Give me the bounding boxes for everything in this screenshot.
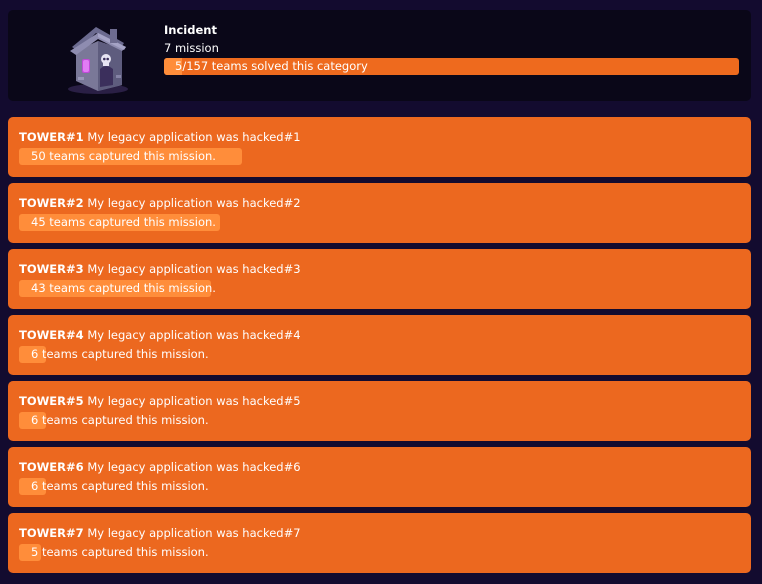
mission-progress-bar: 6 teams captured this mission.: [19, 478, 619, 495]
category-progress-bar: 5/157 teams solved this category: [164, 58, 739, 75]
mission-captured-text: 6 teams captured this mission.: [31, 347, 209, 361]
category-title: Incident: [164, 23, 217, 37]
mission-progress-bar: 5 teams captured this mission.: [19, 544, 619, 561]
mission-name: My legacy application was hacked#7: [87, 526, 301, 540]
mission-card-1[interactable]: TOWER#1 My legacy application was hacked…: [8, 117, 751, 177]
mission-title: TOWER#2 My legacy application was hacked…: [19, 196, 301, 210]
mission-progress-bar: 45 teams captured this mission.: [19, 214, 619, 231]
mission-captured-text: 6 teams captured this mission.: [31, 479, 209, 493]
mission-name: My legacy application was hacked#2: [87, 196, 301, 210]
mission-progress-bar: 6 teams captured this mission.: [19, 412, 619, 429]
mission-tag: TOWER#6: [19, 460, 84, 474]
mission-card-7[interactable]: TOWER#7 My legacy application was hacked…: [8, 513, 751, 573]
mission-card-3[interactable]: TOWER#3 My legacy application was hacked…: [8, 249, 751, 309]
mission-tag: TOWER#2: [19, 196, 84, 210]
mission-name: My legacy application was hacked#1: [87, 130, 301, 144]
category-progress-text: 5/157 teams solved this category: [175, 59, 368, 73]
haunted-house-icon: [58, 19, 138, 95]
mission-name: My legacy application was hacked#6: [87, 460, 301, 474]
mission-captured-text: 45 teams captured this mission.: [31, 215, 216, 229]
category-mission-count: 7 mission: [164, 41, 219, 55]
mission-title: TOWER#3 My legacy application was hacked…: [19, 262, 301, 276]
category-card: Incident 7 mission 5/157 teams solved th…: [8, 10, 751, 101]
mission-title: TOWER#5 My legacy application was hacked…: [19, 394, 301, 408]
mission-name: My legacy application was hacked#5: [87, 394, 301, 408]
mission-captured-text: 5 teams captured this mission.: [31, 545, 209, 559]
mission-card-2[interactable]: TOWER#2 My legacy application was hacked…: [8, 183, 751, 243]
mission-progress-bar: 6 teams captured this mission.: [19, 346, 619, 363]
mission-title: TOWER#4 My legacy application was hacked…: [19, 328, 301, 342]
mission-tag: TOWER#4: [19, 328, 84, 342]
mission-name: My legacy application was hacked#4: [87, 328, 301, 342]
mission-tag: TOWER#1: [19, 130, 84, 144]
mission-title: TOWER#7 My legacy application was hacked…: [19, 526, 301, 540]
mission-title: TOWER#6 My legacy application was hacked…: [19, 460, 301, 474]
mission-card-6[interactable]: TOWER#6 My legacy application was hacked…: [8, 447, 751, 507]
mission-tag: TOWER#7: [19, 526, 84, 540]
mission-name: My legacy application was hacked#3: [87, 262, 301, 276]
mission-tag: TOWER#3: [19, 262, 84, 276]
mission-captured-text: 6 teams captured this mission.: [31, 413, 209, 427]
mission-captured-text: 50 teams captured this mission.: [31, 149, 216, 163]
mission-title: TOWER#1 My legacy application was hacked…: [19, 130, 301, 144]
mission-progress-bar: 50 teams captured this mission.: [19, 148, 619, 165]
mission-captured-text: 43 teams captured this mission.: [31, 281, 216, 295]
mission-card-5[interactable]: TOWER#5 My legacy application was hacked…: [8, 381, 751, 441]
mission-card-4[interactable]: TOWER#4 My legacy application was hacked…: [8, 315, 751, 375]
mission-progress-bar: 43 teams captured this mission.: [19, 280, 619, 297]
mission-tag: TOWER#5: [19, 394, 84, 408]
